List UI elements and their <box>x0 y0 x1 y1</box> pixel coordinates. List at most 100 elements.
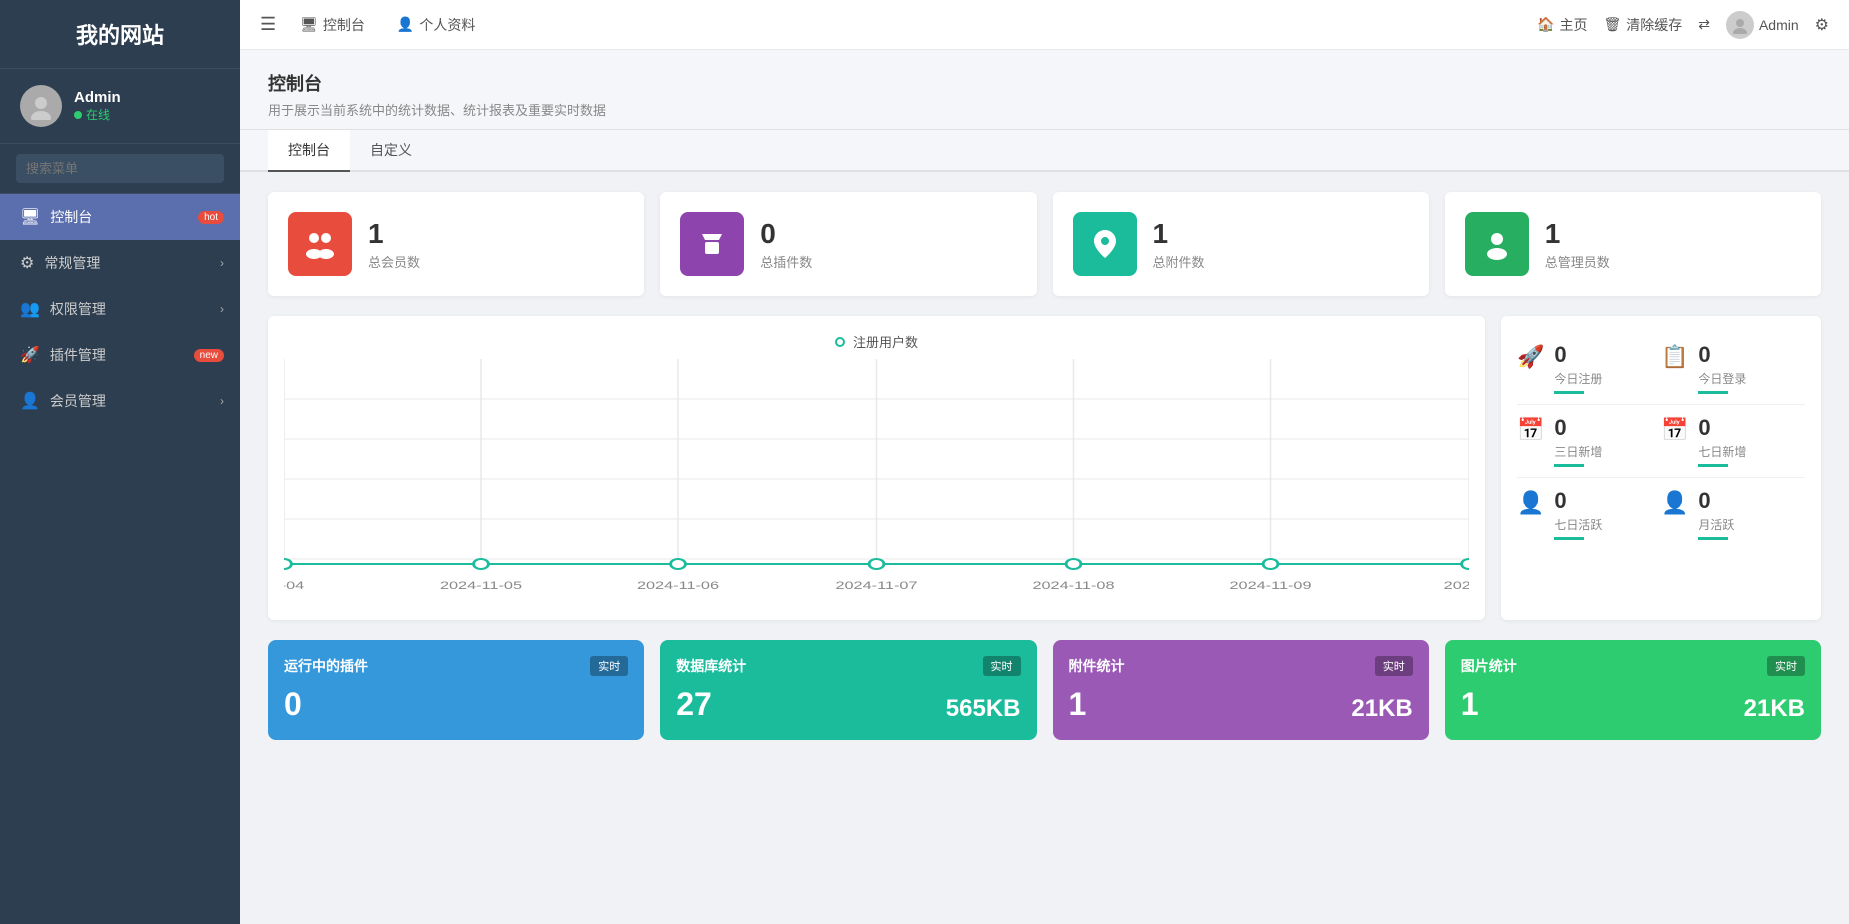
chevron-right-icon-members: › <box>220 394 224 408</box>
sidebar-item-dashboard[interactable]: 🖥 控制台 hot <box>0 194 240 240</box>
three-day-value: 0 <box>1554 415 1602 441</box>
hamburger-icon[interactable]: ☰ <box>260 14 276 35</box>
sidebar-item-members-label: 会员管理 <box>50 391 106 411</box>
calendar-icon-3: 📅 <box>1517 417 1544 443</box>
svg-text:2024-11-05: 2024-11-05 <box>440 579 522 592</box>
topbar-home-label: 主页 <box>1559 15 1587 35</box>
members-stat-icon <box>288 212 352 276</box>
svg-text:2024-11-07: 2024-11-07 <box>835 579 917 592</box>
svg-text:11-04: 11-04 <box>284 579 305 592</box>
tab-dashboard[interactable]: 控制台 <box>268 130 350 172</box>
seven-day-new-item: 📅 0 七日新增 <box>1661 415 1805 467</box>
login-icon: 📋 <box>1661 344 1688 370</box>
page-subtitle: 用于展示当前系统中的统计数据、统计报表及重要实时数据 <box>268 100 1821 119</box>
today-login-value: 0 <box>1698 342 1746 368</box>
running-plugins-badge: 实时 <box>590 656 628 676</box>
bottom-row: 运行中的插件 实时 0 数据库统计 实时 27 565KB <box>268 640 1821 740</box>
image-stats-badge: 实时 <box>1767 656 1805 676</box>
user-active-7-icon: 👤 <box>1517 490 1544 516</box>
today-register-value: 0 <box>1554 342 1602 368</box>
topbar-home[interactable]: 🏠 主页 <box>1537 15 1587 35</box>
bottom-card-plugins-body: 0 <box>284 686 628 723</box>
topbar-expand[interactable]: ⇄ <box>1698 16 1710 33</box>
stat-card-members: 1 总会员数 <box>268 192 644 296</box>
bottom-card-db: 数据库统计 实时 27 565KB <box>660 640 1036 740</box>
admins-label: 总管理员数 <box>1545 252 1610 271</box>
topbar-clear-cache[interactable]: 🗑 清除缓存 <box>1603 15 1682 35</box>
topbar-dashboard-label: 控制台 <box>323 15 365 35</box>
three-day-item: 📅 0 三日新增 <box>1517 415 1661 467</box>
topbar-nav-profile[interactable]: 👤 个人资料 <box>389 11 483 39</box>
bottom-card-plugins: 运行中的插件 实时 0 <box>268 640 644 740</box>
attachments-count: 1 <box>1153 218 1205 250</box>
db-stats-value: 27 <box>676 686 712 723</box>
sidebar-item-plugins-label: 插件管理 <box>50 345 106 365</box>
page-content: 控制台 用于展示当前系统中的统计数据、统计报表及重要实时数据 控制台 自定义 <box>240 50 1849 924</box>
running-plugins-title: 运行中的插件 <box>284 656 368 676</box>
general-icon: ⚙ <box>20 253 34 273</box>
page-header: 控制台 用于展示当前系统中的统计数据、统计报表及重要实时数据 <box>240 50 1849 130</box>
user-monthly-icon: 👤 <box>1661 490 1688 516</box>
sidebar-search-container <box>0 144 240 194</box>
bottom-card-attachment: 附件统计 实时 1 21KB <box>1053 640 1429 740</box>
home-icon: 🏠 <box>1537 16 1554 33</box>
trash-icon: 🗑 <box>1603 16 1621 33</box>
bottom-card-db-header: 数据库统计 实时 <box>676 656 1020 676</box>
monthly-active-item: 👤 0 月活跃 <box>1661 488 1805 540</box>
topbar-admin-label: Admin <box>1759 17 1799 33</box>
seven-day-active-item: 👤 0 七日活跃 <box>1517 488 1661 540</box>
monthly-active-value: 0 <box>1698 488 1734 514</box>
plugins-icon: 🚀 <box>20 345 40 365</box>
sidebar-item-plugins[interactable]: 🚀 插件管理 new <box>0 332 240 378</box>
svg-text:2024-11-09: 2024-11-09 <box>1229 579 1311 592</box>
bottom-card-attachment-header: 附件统计 实时 <box>1069 656 1413 676</box>
username: Admin <box>74 89 121 106</box>
image-stats-value: 1 <box>1461 686 1479 723</box>
image-stats-title: 图片统计 <box>1461 656 1517 676</box>
topbar-left: ☰ 🖥 控制台 👤 个人资料 <box>260 11 1517 39</box>
stat-pair-today: 🚀 0 今日注册 📋 0 今日登录 <box>1517 332 1805 405</box>
main-content: ☰ 🖥 控制台 👤 个人资料 🏠 主页 🗑 清除缓存 ⇄ <box>240 0 1849 924</box>
plugins-label: 总插件数 <box>760 252 812 271</box>
middle-section: 注册用户数 <box>268 316 1821 620</box>
sidebar: 我的网站 Admin 在线 🖥 控制台 hot ⚙ 常规管理 › <box>0 0 240 924</box>
avatar <box>20 85 62 127</box>
tab-custom[interactable]: 自定义 <box>350 130 432 172</box>
user-status: 在线 <box>74 106 121 123</box>
stats-row: 1 总会员数 0 总插件数 <box>268 192 1821 296</box>
topbar-avatar <box>1726 11 1754 39</box>
sidebar-item-members[interactable]: 👤 会员管理 › <box>0 378 240 424</box>
sidebar-item-general[interactable]: ⚙ 常规管理 › <box>0 240 240 286</box>
chart-card: 注册用户数 <box>268 316 1485 620</box>
today-login-label: 今日登录 <box>1698 370 1746 387</box>
topbar-nav-dashboard[interactable]: 🖥 控制台 <box>292 11 373 39</box>
chart-legend-label: 注册用户数 <box>853 332 918 351</box>
calendar-icon-7: 📅 <box>1661 417 1688 443</box>
sidebar-item-auth[interactable]: 👥 权限管理 › <box>0 286 240 332</box>
sidebar-item-general-label: 常规管理 <box>44 253 100 273</box>
plugins-stat-icon <box>680 212 744 276</box>
members-icon: 👤 <box>20 391 40 411</box>
plugins-count: 0 <box>760 218 812 250</box>
chart-svg: 11-04 2024-11-05 2024-11-06 2024-11-07 2… <box>284 359 1469 599</box>
dashboard-badge: hot <box>198 211 224 224</box>
plugins-badge: new <box>194 349 224 362</box>
stat-card-attachments: 1 总附件数 <box>1053 192 1429 296</box>
seven-day-active-label: 七日活跃 <box>1554 516 1602 533</box>
topbar-admin[interactable]: Admin <box>1726 11 1799 39</box>
status-dot <box>74 111 82 119</box>
settings-icon[interactable]: ⚙ <box>1815 15 1829 35</box>
seven-day-active-value: 0 <box>1554 488 1602 514</box>
search-input[interactable] <box>16 154 224 183</box>
attachment-stats-sub: 21KB <box>1351 695 1412 723</box>
rocket-icon: 🚀 <box>1517 344 1544 370</box>
bottom-card-db-body: 27 565KB <box>676 686 1020 723</box>
topbar-cache-label: 清除缓存 <box>1626 15 1682 35</box>
attachment-stats-title: 附件统计 <box>1069 656 1125 676</box>
admins-stat-icon <box>1465 212 1529 276</box>
chevron-right-icon-auth: › <box>220 302 224 316</box>
three-day-label: 三日新增 <box>1554 443 1602 460</box>
admins-count: 1 <box>1545 218 1610 250</box>
sidebar-nav: 🖥 控制台 hot ⚙ 常规管理 › 👥 权限管理 › 🚀 插件管理 new 👤… <box>0 194 240 924</box>
chart-legend: 注册用户数 <box>284 332 1469 351</box>
